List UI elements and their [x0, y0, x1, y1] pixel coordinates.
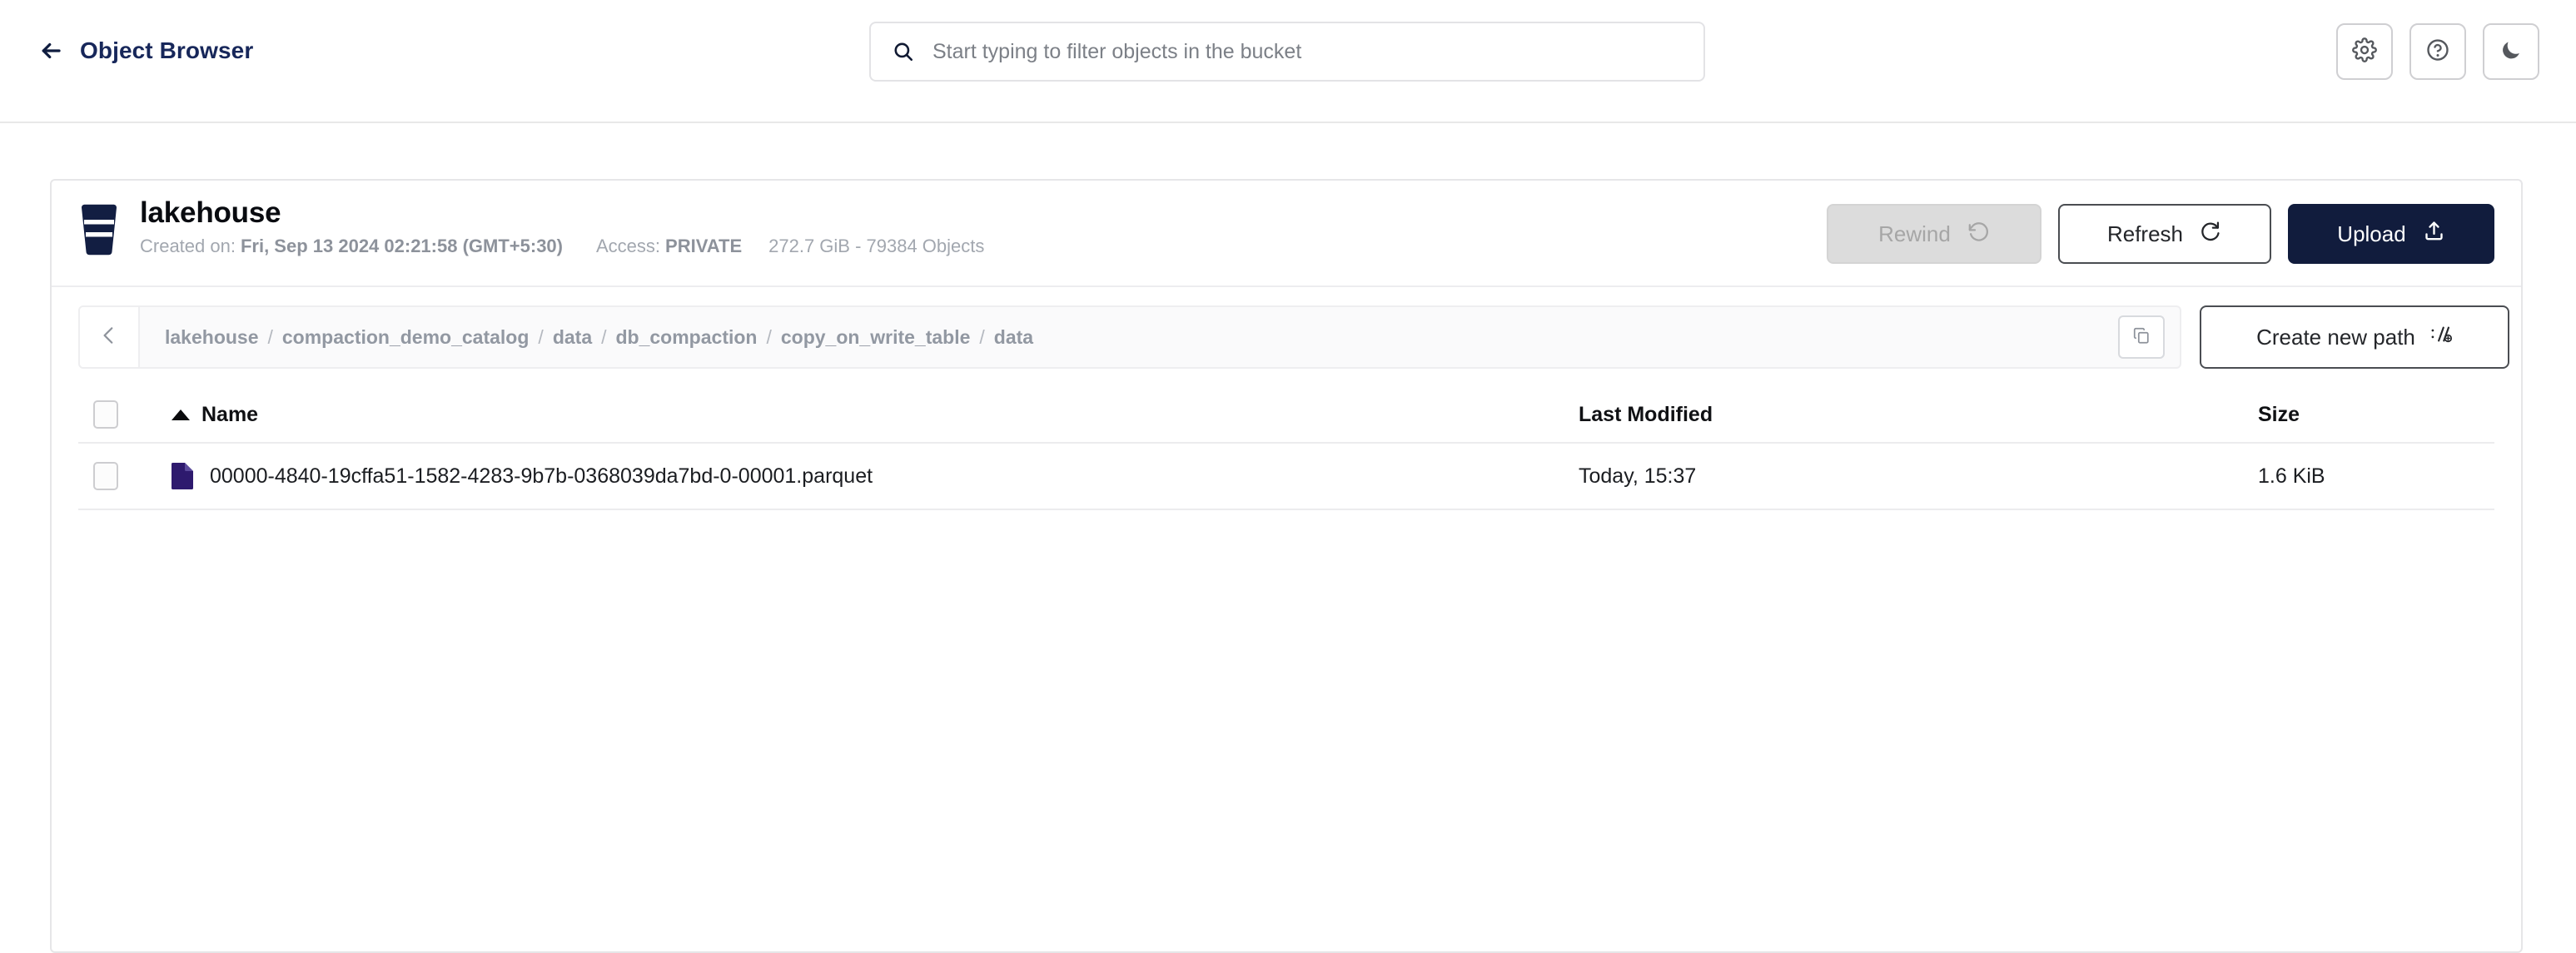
parquet-file-icon	[172, 463, 193, 489]
back-to-object-browser[interactable]: Object Browser	[37, 37, 253, 65]
help-button[interactable]	[2409, 23, 2466, 80]
new-path-icon	[2430, 323, 2453, 351]
bucket-header: lakehouse Created on: Fri, Sep 13 2024 0…	[52, 181, 2521, 287]
table-row[interactable]: 00000-4840-19cffa51-1582-4283-9b7b-03680…	[78, 444, 2494, 510]
upload-icon	[2423, 220, 2445, 248]
top-header-bar: Object Browser	[0, 0, 2576, 123]
refresh-icon	[2200, 220, 2222, 248]
breadcrumb-bar: lakehouse / compaction_demo_catalog / da…	[78, 305, 2181, 369]
column-header-name-label: Name	[201, 402, 259, 426]
gear-icon	[2352, 37, 2377, 67]
select-all-checkbox[interactable]	[93, 400, 118, 429]
copy-path-button[interactable]	[2118, 315, 2165, 359]
create-new-path-button[interactable]: Create new path	[2200, 305, 2509, 369]
topbar-action-buttons	[2336, 23, 2539, 80]
refresh-button[interactable]: Refresh	[2058, 204, 2271, 264]
search-input[interactable]	[932, 39, 1682, 64]
back-label: Object Browser	[80, 37, 254, 63]
bucket-usage: 272.7 GiB - 79384 Objects	[768, 235, 985, 256]
access-label: Access:	[596, 235, 661, 256]
row-last-modified-cell: Today, 15:37	[1579, 464, 2228, 489]
rewind-button[interactable]: Rewind	[1827, 204, 2041, 264]
breadcrumb-item-2[interactable]: data	[553, 326, 592, 349]
column-header-last-modified-label: Last Modified	[1579, 402, 1713, 426]
select-all-cell	[78, 400, 162, 429]
breadcrumb-separator: /	[538, 325, 544, 348]
row-select-cell	[78, 462, 162, 490]
rewind-button-label: Rewind	[1878, 221, 1951, 246]
rewind-clock-icon	[1967, 220, 1990, 248]
breadcrumb-separator: /	[601, 325, 607, 348]
breadcrumb-item-0[interactable]: lakehouse	[165, 326, 259, 349]
breadcrumb-item-4[interactable]: copy_on_write_table	[781, 326, 971, 349]
refresh-button-label: Refresh	[2106, 221, 2184, 246]
row-object-name: 00000-4840-19cffa51-1582-4283-9b7b-03680…	[210, 464, 873, 488]
help-circle-icon	[2425, 37, 2450, 67]
row-size: 1.6 KiB	[2258, 464, 2325, 488]
bucket-subline: Created on: Fri, Sep 13 2024 02:21:58 (G…	[140, 236, 984, 257]
created-on-label: Created on:	[140, 235, 236, 256]
breadcrumb: lakehouse / compaction_demo_catalog / da…	[140, 326, 2118, 349]
bucket-browser-card: lakehouse Created on: Fri, Sep 13 2024 0…	[50, 179, 2523, 953]
bucket-identity: lakehouse Created on: Fri, Sep 13 2024 0…	[78, 197, 984, 257]
dark-mode-button[interactable]	[2483, 23, 2539, 80]
chevron-left-icon	[98, 325, 120, 350]
breadcrumb-separator: /	[979, 325, 985, 348]
path-bar-row: lakehouse / compaction_demo_catalog / da…	[52, 287, 2521, 387]
column-header-size[interactable]: Size	[2228, 403, 2494, 427]
breadcrumb-item-1[interactable]: compaction_demo_catalog	[282, 326, 530, 349]
column-header-size-label: Size	[2258, 402, 2300, 426]
copy-icon	[2132, 326, 2151, 349]
column-header-last-modified[interactable]: Last Modified	[1579, 403, 2228, 427]
search-box[interactable]	[869, 22, 1705, 82]
row-name-cell: 00000-4840-19cffa51-1582-4283-9b7b-03680…	[162, 463, 1579, 489]
objects-table: Name Last Modified Size 00000-4840-19cff…	[52, 387, 2521, 510]
bucket-name: lakehouse	[140, 196, 281, 229]
breadcrumb-separator: /	[267, 325, 273, 348]
settings-button[interactable]	[2336, 23, 2393, 80]
search-icon	[893, 41, 914, 62]
arrow-left-icon	[37, 37, 65, 65]
upload-button-label: Upload	[2337, 221, 2406, 246]
bucket-action-buttons: Rewind Refresh Upload	[1827, 204, 2494, 264]
bucket-icon	[78, 204, 120, 256]
access-value: PRIVATE	[665, 235, 743, 256]
table-header-row: Name Last Modified Size	[78, 387, 2494, 444]
upload-button[interactable]: Upload	[2288, 204, 2494, 264]
create-new-path-label: Create new path	[2256, 324, 2415, 350]
column-header-name[interactable]: Name	[162, 403, 1579, 427]
path-back-button[interactable]	[80, 307, 140, 367]
row-last-modified: Today, 15:37	[1579, 464, 1697, 488]
breadcrumb-item-3[interactable]: db_compaction	[616, 326, 758, 349]
created-on-value: Fri, Sep 13 2024 02:21:58 (GMT+5:30)	[240, 235, 563, 256]
sort-asc-caret-icon	[172, 409, 190, 420]
breadcrumb-separator: /	[766, 325, 772, 348]
breadcrumb-item-5[interactable]: data	[994, 326, 1033, 349]
row-size-cell: 1.6 KiB	[2228, 464, 2494, 489]
row-checkbox[interactable]	[93, 462, 118, 490]
moon-icon	[2499, 38, 2523, 66]
